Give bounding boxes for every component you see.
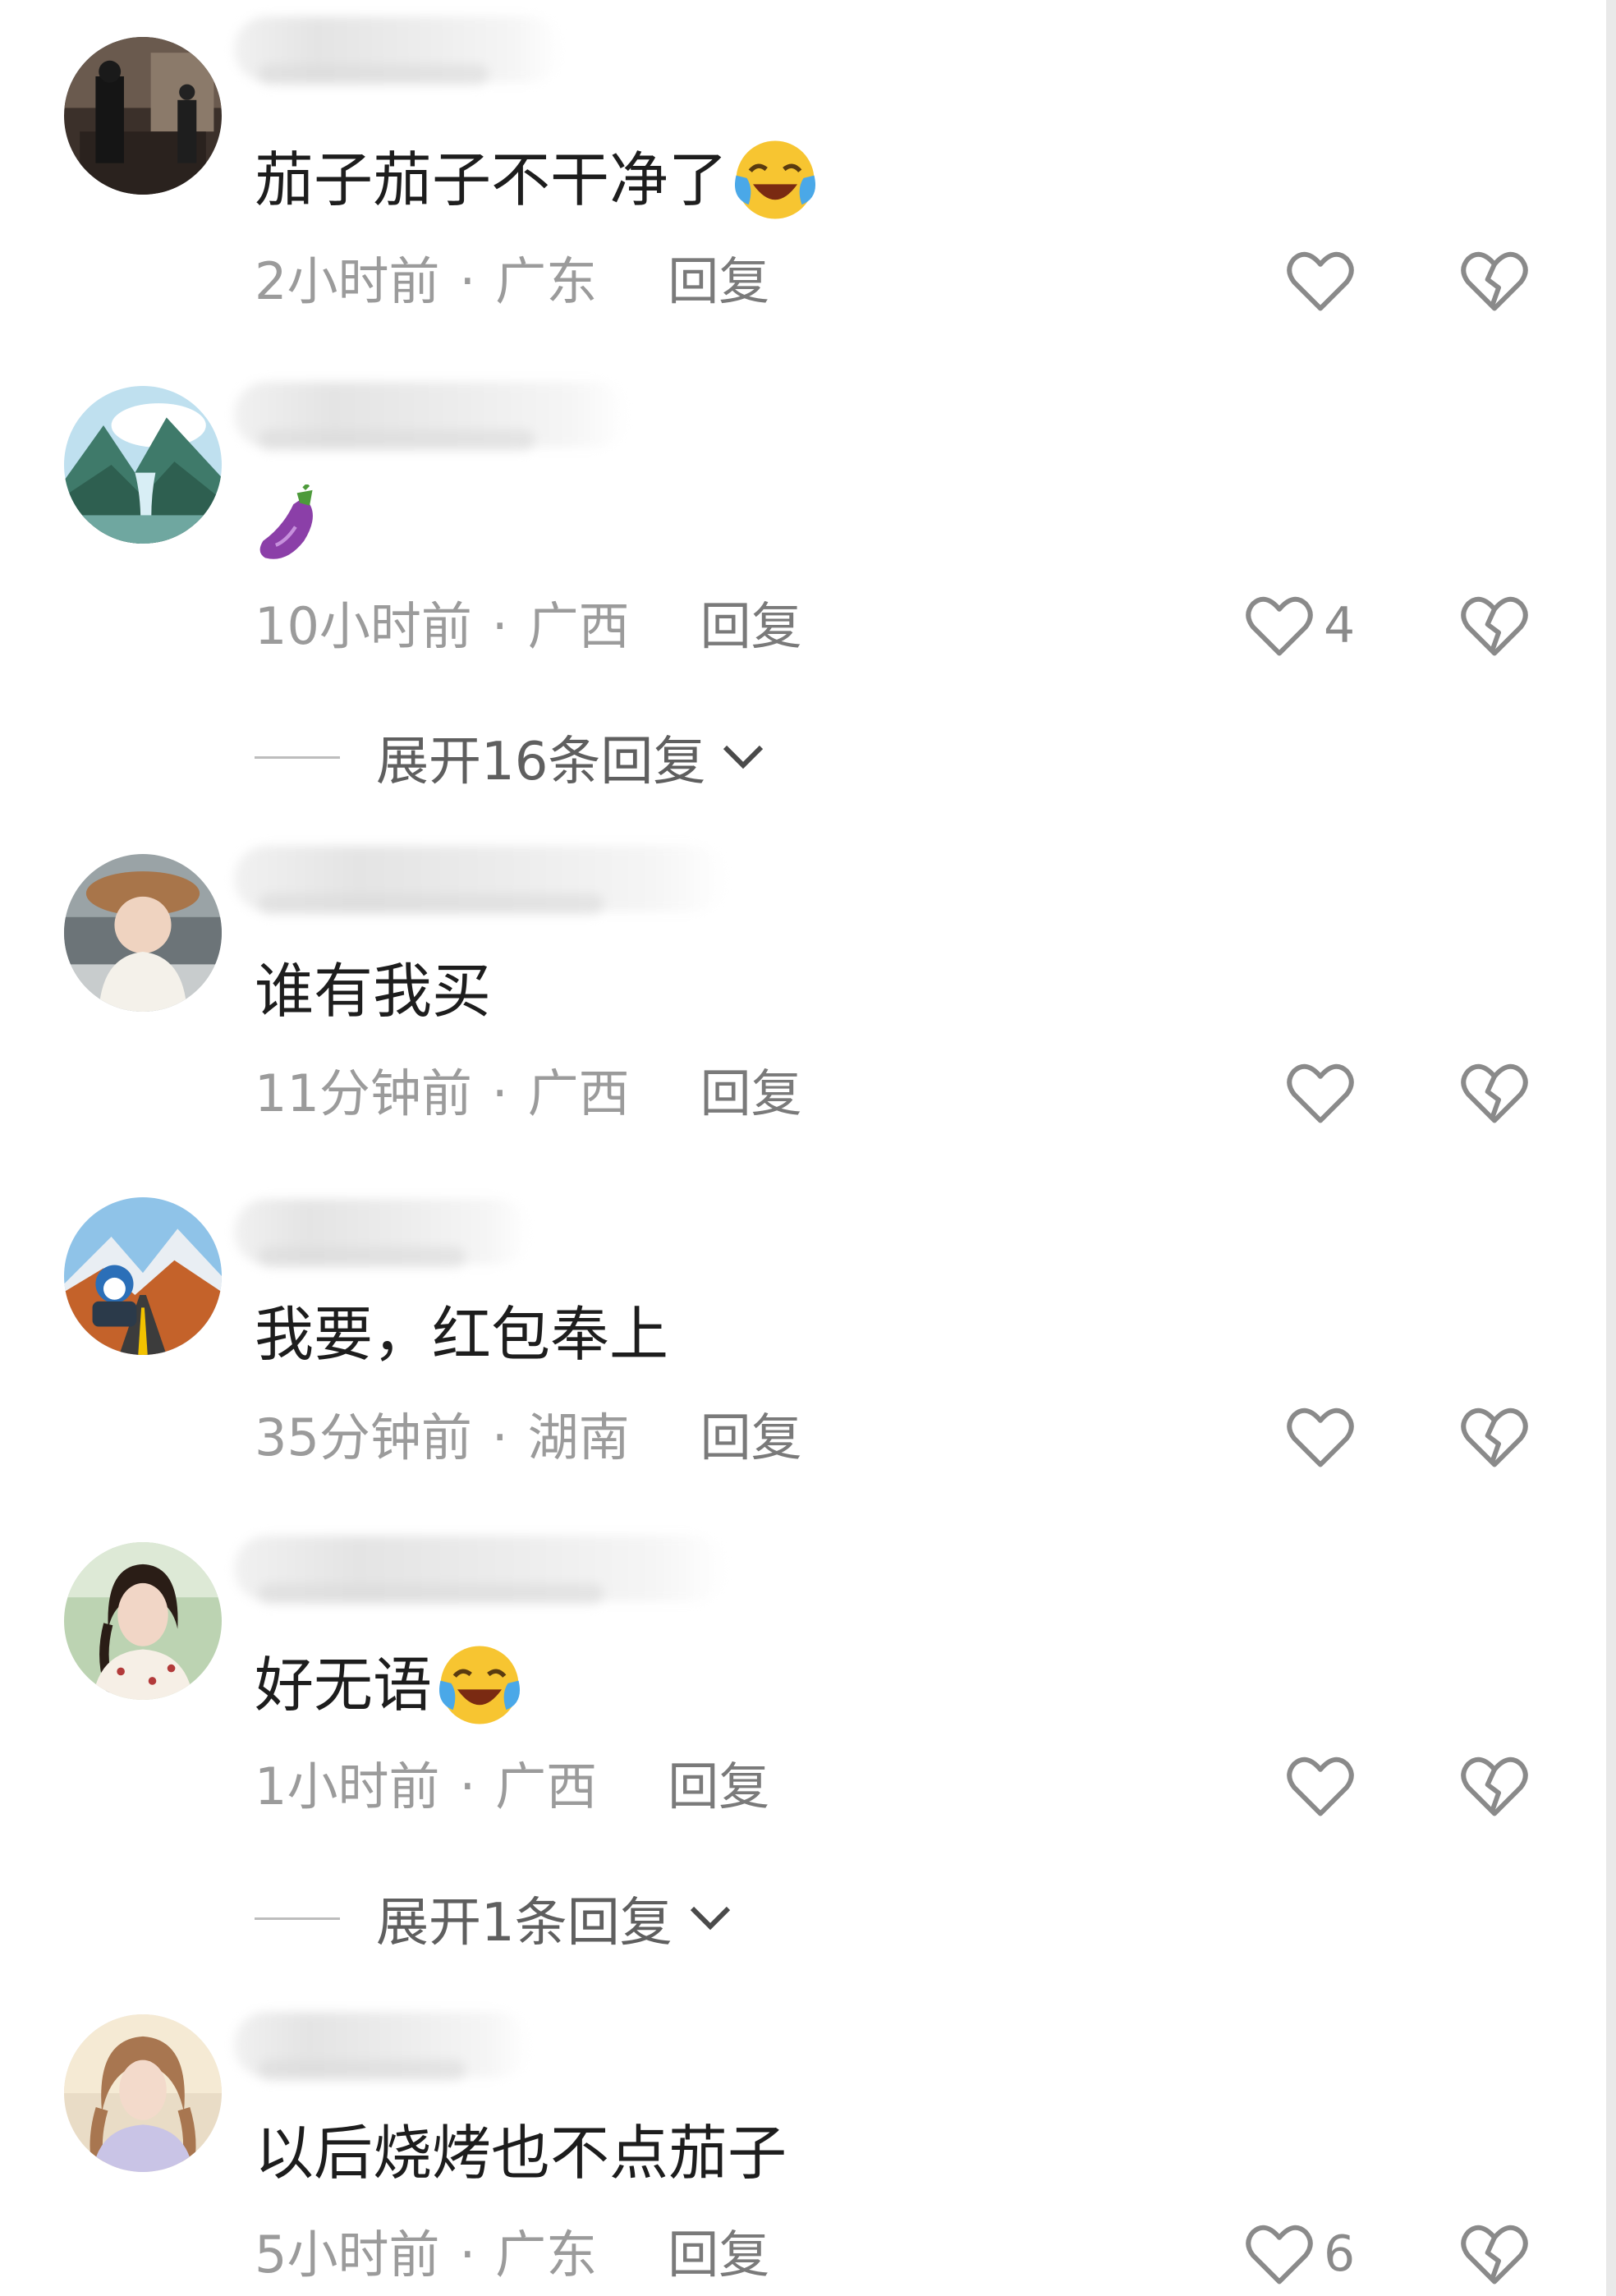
dislike-button[interactable] [1460, 249, 1529, 313]
expand-replies-label: 展开1条回复 [376, 1893, 673, 1954]
meta-separator: · [459, 2225, 476, 2285]
dislike-button[interactable] [1460, 1754, 1529, 1818]
scroll-edge [1606, 0, 1616, 2296]
expand-replies-button[interactable]: 展开1条回复 [255, 1880, 733, 1956]
like-button[interactable] [1286, 249, 1355, 313]
comment-location: 湖南 [527, 1407, 630, 1467]
username-blurred[interactable] [234, 1199, 530, 1268]
dislike-button[interactable] [1460, 594, 1529, 658]
expand-replies-button[interactable]: 展开16条回复 [255, 719, 766, 795]
expand-divider [255, 755, 340, 759]
avatar[interactable] [64, 1197, 222, 1355]
meta-separator: · [459, 1756, 476, 1816]
like-button[interactable] [1286, 1754, 1355, 1818]
broken-heart-outline-icon [1461, 596, 1528, 656]
comment-time: 10小时前 [255, 596, 472, 656]
meta-separator: · [491, 1407, 508, 1467]
heart-outline-icon [1287, 1063, 1354, 1123]
username-blurred[interactable] [234, 2012, 530, 2081]
broken-heart-outline-icon [1461, 1756, 1528, 1816]
comment-text [255, 484, 325, 565]
heart-outline-icon [1287, 1407, 1354, 1467]
broken-heart-outline-icon [1461, 1063, 1528, 1123]
broken-heart-outline-icon [1461, 2225, 1528, 2285]
dislike-button[interactable] [1460, 1061, 1529, 1125]
username-blurred[interactable] [234, 382, 628, 451]
reply-button[interactable]: 回复 [668, 2224, 769, 2286]
like-button[interactable]: 4 [1245, 594, 1355, 658]
username-blurred[interactable] [234, 16, 562, 85]
broken-heart-outline-icon [1461, 1407, 1528, 1467]
comment-text: 好无语 [255, 1641, 524, 1729]
reply-button[interactable]: 回复 [700, 1063, 802, 1125]
reply-button[interactable]: 回复 [668, 1756, 769, 1818]
comment-meta: 11分钟前 · 广西 回复 [255, 1063, 802, 1125]
broken-heart-outline-icon [1461, 251, 1528, 311]
meta-separator: · [491, 596, 508, 656]
comment-meta: 1小时前 · 广西 回复 [255, 1756, 769, 1818]
expand-replies-label: 展开16条回复 [376, 732, 706, 792]
comment-time: 11分钟前 [255, 1063, 472, 1123]
avatar[interactable] [64, 854, 222, 1012]
chevron-down-icon [723, 745, 764, 769]
comment-time: 35分钟前 [255, 1407, 472, 1467]
chevron-down-icon [690, 1906, 730, 1931]
meta-separator: · [459, 251, 476, 311]
comment-meta: 2小时前 · 广东 回复 [255, 250, 769, 313]
avatar[interactable] [64, 37, 222, 195]
like-count: 6 [1324, 2225, 1356, 2283]
comment-location: 广西 [527, 596, 630, 656]
reply-button[interactable]: 回复 [668, 250, 769, 313]
like-button[interactable] [1286, 1061, 1355, 1125]
face-with-tears-of-joy-emoji [735, 140, 816, 219]
comment-location: 广西 [495, 1756, 598, 1816]
comment-time: 1小时前 [255, 1756, 440, 1816]
comment-location: 广西 [527, 1063, 630, 1123]
avatar[interactable] [64, 1542, 222, 1700]
comment-text: 茄子茄子不干净了 [255, 135, 819, 224]
dislike-button[interactable] [1460, 2222, 1529, 2286]
comment-location: 广东 [495, 2225, 598, 2285]
heart-outline-icon [1287, 251, 1354, 311]
expand-divider [255, 1917, 340, 1920]
comment-text: 以后烧烤也不点茄子 [255, 2119, 787, 2188]
comment-time: 2小时前 [255, 251, 440, 311]
comment-time: 5小时前 [255, 2225, 440, 2285]
avatar[interactable] [64, 2014, 222, 2172]
comment-meta: 35分钟前 · 湖南 回复 [255, 1407, 802, 1469]
heart-outline-icon [1287, 1756, 1354, 1816]
like-button[interactable] [1286, 1405, 1355, 1469]
eggplant-emoji [259, 484, 313, 559]
reply-button[interactable]: 回复 [700, 595, 802, 658]
heart-outline-icon [1246, 2225, 1313, 2285]
dislike-button[interactable] [1460, 1405, 1529, 1469]
avatar[interactable] [64, 386, 222, 544]
reply-button[interactable]: 回复 [700, 1407, 802, 1469]
comment-text: 我要，红包奉上 [255, 1300, 669, 1369]
like-button[interactable]: 6 [1245, 2222, 1355, 2286]
username-blurred[interactable] [234, 1536, 727, 1605]
username-blurred[interactable] [234, 846, 727, 915]
face-with-tears-of-joy-emoji [439, 1646, 521, 1724]
meta-separator: · [491, 1063, 508, 1123]
comment-meta: 10小时前 · 广西 回复 [255, 595, 802, 658]
like-count: 4 [1324, 597, 1356, 654]
comment-text: 谁有我买 [255, 957, 492, 1026]
comment-location: 广东 [495, 251, 598, 311]
heart-outline-icon [1246, 596, 1313, 656]
comment-meta: 5小时前 · 广东 回复 [255, 2224, 769, 2286]
